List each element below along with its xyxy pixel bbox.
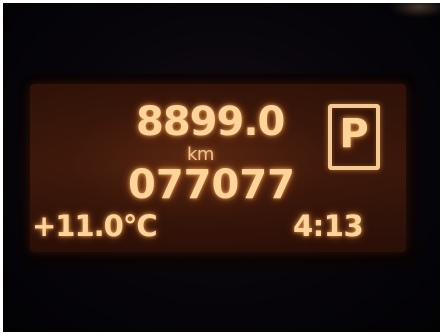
gear-indicator-box: P [328, 104, 380, 170]
instrument-cluster-display: 8899.0 km 077077 +11.0°C 4:13 P [30, 84, 406, 252]
background-reflection [389, 0, 443, 18]
dashboard-photo: 8899.0 km 077077 +11.0°C 4:13 P [0, 0, 443, 335]
outside-temperature-readout: +11.0°C [32, 209, 158, 243]
clock-readout: 4:13 [293, 209, 364, 243]
odometer-readout: 077077 [128, 162, 295, 208]
trip-distance-readout: 8899.0 [136, 99, 285, 145]
gear-indicator: P [339, 111, 369, 157]
